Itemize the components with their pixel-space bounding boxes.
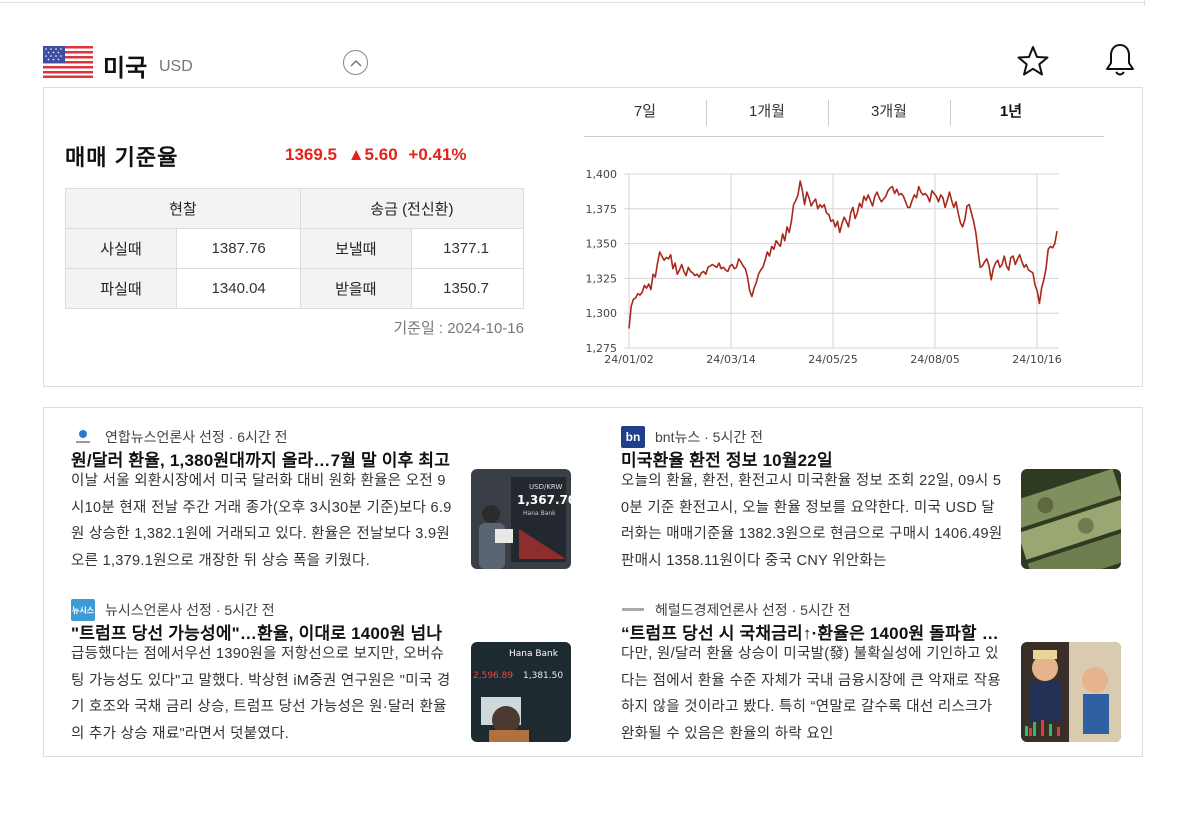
- tab-1m[interactable]: 1개월: [706, 88, 828, 136]
- thumb-value: 1,381.50: [523, 671, 563, 681]
- thumb-index: 2,596.89: [473, 671, 513, 681]
- news-panel: 연합뉴스언론사 선정 · 6시간 전 원/달러 환율, 1,380원대까지 올라…: [43, 407, 1143, 757]
- receive-label: 받을때: [299, 268, 412, 309]
- news-item[interactable]: 뉴시스 뉴시스언론사 선정 · 5시간 전 "트럼프 당선 가능성에"…환율, …: [71, 599, 571, 750]
- newsis-logo-icon: 뉴시스: [71, 599, 95, 621]
- thumb-label: USD/KRW: [529, 483, 562, 491]
- bell-icon[interactable]: [1103, 42, 1137, 78]
- news-item[interactable]: bn bnt뉴스 · 5시간 전 미국환율 환전 정보 10월22일 오늘의 환…: [621, 426, 1121, 577]
- currency-header: 미국 USD: [43, 42, 1143, 82]
- send-label: 보낼때: [299, 228, 412, 269]
- rate-series-line: [628, 180, 1058, 329]
- rate-change: ▲5.60: [347, 145, 398, 164]
- country-name: 미국: [103, 55, 148, 82]
- buy-cash-value: 1387.76: [176, 228, 301, 269]
- news-thumbnail[interactable]: USD/KRW 1,367.70 Hana Bank: [471, 469, 571, 569]
- top-divider: [0, 0, 1145, 3]
- news-source: bn bnt뉴스 · 5시간 전: [621, 426, 763, 448]
- chevron-up-icon: [349, 59, 362, 67]
- x-tick-label: 24/01/02: [604, 353, 653, 366]
- rate-number: 1369.5: [285, 145, 337, 164]
- news-item[interactable]: 연합뉴스언론사 선정 · 6시간 전 원/달러 환율, 1,380원대까지 올라…: [71, 426, 571, 577]
- news-body: 오늘의 환율, 환전, 환전고시 미국환율 정보 조회 22일, 09시 50분…: [621, 473, 1003, 569]
- sell-cash-label: 파실때: [65, 268, 177, 309]
- transfer-header: 송금 (전신환): [299, 188, 525, 229]
- x-tick-label: 24/10/16: [1012, 353, 1061, 366]
- receive-value: 1350.7: [410, 268, 525, 309]
- news-source: 뉴시스 뉴시스언론사 선정 · 5시간 전: [71, 599, 275, 621]
- buy-cash-label: 사실때: [65, 228, 177, 269]
- thumb-bank: Hana Bank: [509, 649, 559, 659]
- tab-1y[interactable]: 1년: [950, 88, 1072, 136]
- rate-line-chart: 1,2751,3001,3251,3501,3751,40024/01/02 24…: [586, 168, 1062, 366]
- us-flag-icon: [43, 46, 93, 78]
- base-date: 기준일 : 2024-10-16: [393, 320, 524, 337]
- table-row: 파실때 1340.04 받을때 1350.7: [65, 268, 525, 309]
- x-tick-label: 24/08/05: [910, 353, 959, 366]
- y-tick-label: 1,325: [586, 272, 618, 285]
- bnt-logo-icon: bn: [621, 426, 645, 448]
- send-value: 1377.1: [410, 228, 525, 269]
- tab-7d[interactable]: 7일: [584, 88, 706, 136]
- table-row: 사실때 1387.76 보낼때 1377.1: [65, 228, 525, 269]
- news-source-text: 연합뉴스언론사 선정 · 6시간 전: [105, 429, 288, 445]
- x-tick-label: 24/05/25: [808, 353, 857, 366]
- news-item[interactable]: 헤럴드경제언론사 선정 · 5시간 전 “트럼프 당선 시 국채금리↑·환율은 …: [621, 599, 1121, 750]
- news-source-text: 헤럴드경제언론사 선정 · 5시간 전: [655, 602, 851, 618]
- currency-code: USD: [159, 58, 193, 75]
- exchange-rate-panel: 매매 기준율 1369.5 ▲5.60 +0.41% 현찰 송금 (전신환) 사…: [43, 87, 1143, 387]
- news-thumbnail[interactable]: Hana Bank 2,596.89 1,381.50: [471, 642, 571, 742]
- news-source: 헤럴드경제언론사 선정 · 5시간 전: [621, 599, 851, 621]
- news-body: 다만, 원/달러 환율 상승이 미국발(發) 불확실성에 기인하고 있다는 점에…: [621, 646, 1001, 742]
- news-thumbnail[interactable]: [1021, 469, 1121, 569]
- news-thumbnail[interactable]: [1021, 642, 1121, 742]
- rate-change-percent: +0.41%: [408, 145, 467, 164]
- collapse-button[interactable]: [343, 50, 368, 75]
- top-divider-end: [1144, 0, 1145, 6]
- y-tick-label: 1,375: [586, 203, 618, 216]
- herald-logo-icon: [621, 599, 645, 621]
- sell-cash-value: 1340.04: [176, 268, 301, 309]
- tab-3m[interactable]: 3개월: [828, 88, 950, 136]
- news-source: 연합뉴스언론사 선정 · 6시간 전: [71, 426, 288, 448]
- thumb-bank: Hana Bank: [523, 510, 556, 517]
- thumb-value: 1,367.70: [517, 493, 571, 507]
- y-tick-label: 1,300: [586, 307, 618, 320]
- base-rate-value: 1369.5 ▲5.60 +0.41%: [285, 145, 473, 165]
- news-body: 이날 서울 외환시장에서 미국 달러화 대비 원화 환율은 오전 9시10분 현…: [71, 473, 452, 569]
- star-icon[interactable]: [1016, 44, 1050, 78]
- news-source-text: bnt뉴스 · 5시간 전: [655, 429, 763, 445]
- x-tick-label: 24/03/14: [706, 353, 755, 366]
- yonhap-logo-icon: [71, 426, 95, 448]
- news-body: 급등했다는 점에서우선 1390원을 저항선으로 보지만, 오버슈팅 가능성도 …: [71, 646, 451, 742]
- base-rate-title: 매매 기준율: [65, 145, 179, 170]
- news-source-text: 뉴시스언론사 선정 · 5시간 전: [105, 602, 275, 618]
- y-tick-label: 1,350: [586, 238, 618, 251]
- rates-table: 현찰 송금 (전신환) 사실때 1387.76 보낼때 1377.1 파실때 1…: [65, 188, 525, 309]
- period-tabs: 7일 1개월 3개월 1년: [584, 88, 1104, 137]
- y-tick-label: 1,400: [586, 168, 618, 181]
- cash-header: 현찰: [65, 188, 301, 229]
